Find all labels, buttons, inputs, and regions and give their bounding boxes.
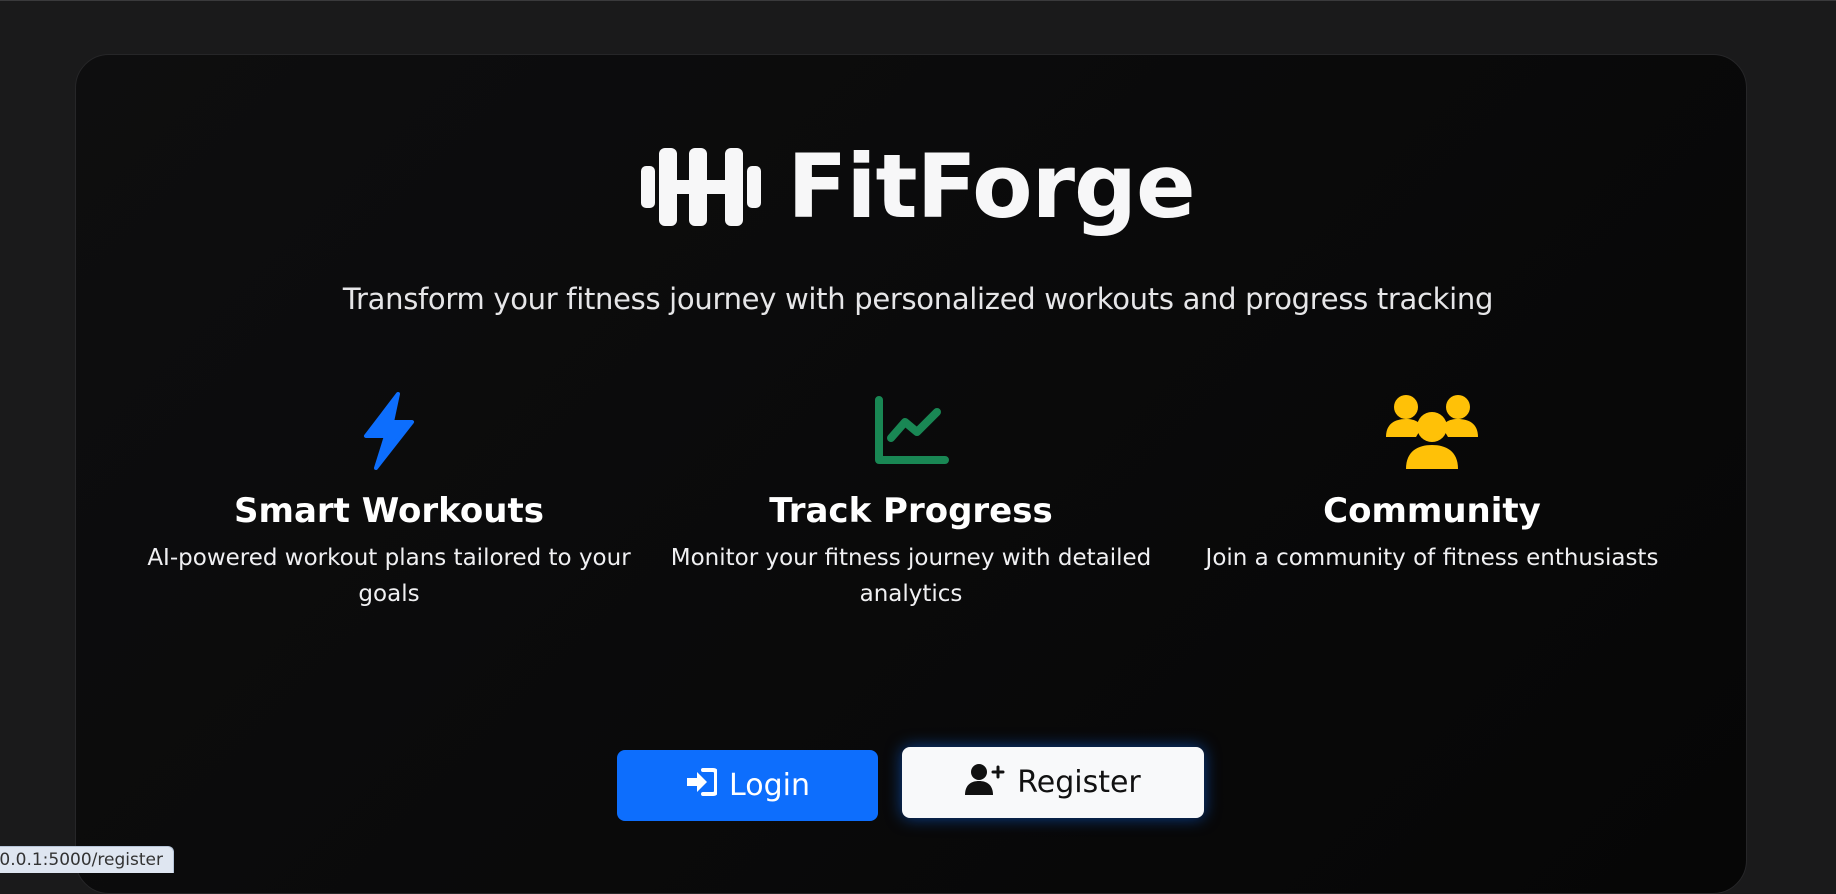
register-label: Register: [1017, 765, 1141, 800]
login-button[interactable]: Login: [617, 750, 878, 821]
feature-smart-workouts: Smart Workouts AI-powered workout plans …: [129, 392, 649, 612]
feature-title: Smart Workouts: [234, 491, 544, 531]
link-status-bar: .0.0.1:5000/register: [0, 846, 174, 873]
dumbbell-icon: [641, 144, 762, 230]
lightning-icon: [129, 392, 649, 470]
hero-tagline: Transform your fitness journey with pers…: [342, 282, 1494, 316]
user-plus-icon: [965, 763, 1005, 803]
brand-logo: FitForge: [0, 143, 1836, 231]
feature-community: Community Join a community of fitness en…: [1172, 392, 1692, 576]
sign-in-icon: [685, 767, 719, 804]
register-button[interactable]: Register: [902, 747, 1204, 818]
feature-description: AI-powered workout plans tailored to you…: [147, 545, 631, 607]
window-top-border: [0, 0, 1836, 1]
chart-line-icon: [651, 392, 1171, 470]
brand-name: FitForge: [787, 135, 1195, 238]
feature-title: Track Progress: [769, 491, 1053, 531]
feature-track-progress: Track Progress Monitor your fitness jour…: [651, 392, 1171, 612]
feature-description: Join a community of fitness enthusiasts: [1205, 545, 1659, 571]
feature-description: Monitor your fitness journey with detail…: [670, 545, 1152, 607]
people-icon: [1172, 392, 1692, 470]
feature-title: Community: [1323, 491, 1541, 531]
login-label: Login: [729, 768, 810, 803]
